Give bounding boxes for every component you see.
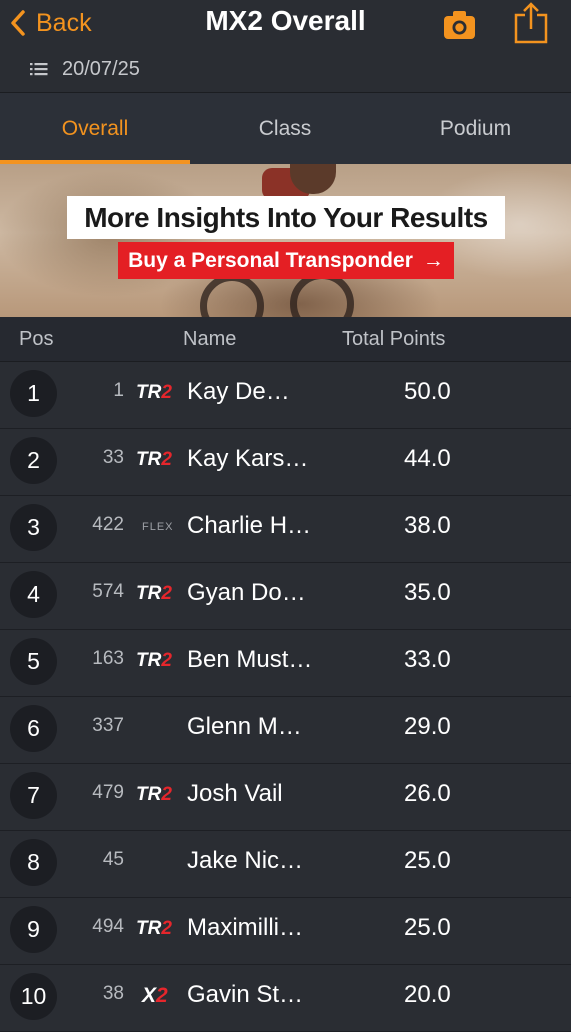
tab-bar: Overall Class Podium (0, 93, 571, 164)
page-title: MX2 Overall (205, 5, 366, 36)
position-badge: 6 (10, 705, 57, 752)
table-row[interactable]: 1 1 TR 2 Kay De… 50.0 (0, 362, 571, 429)
transponder-tag: TR 2 (136, 784, 172, 805)
table-row[interactable]: 9 494 TR 2 Maximilli… 25.0 (0, 898, 571, 965)
position-badge: 4 (10, 571, 57, 618)
rider-name: Charlie H… (187, 512, 312, 539)
position-badge: 5 (10, 638, 57, 685)
bib-number: 163 (92, 648, 124, 669)
total-points: 38.0 (404, 512, 451, 539)
banner-headline: More Insights Into Your Results (67, 196, 505, 239)
position-badge: 9 (10, 906, 57, 953)
table-row[interactable]: 3 422 FLEX Charlie H… 38.0 (0, 496, 571, 563)
column-header-pos: Pos (19, 328, 54, 350)
transponder-tag (136, 849, 180, 875)
rider-name: Gyan Do… (187, 579, 306, 606)
position-badge: 3 (10, 504, 57, 551)
bib-number: 45 (102, 849, 124, 870)
transponder-tag: TR 2 (136, 918, 172, 939)
event-date: 20/07/25 (62, 57, 140, 80)
column-header-points: Total Points (342, 328, 446, 350)
position-badge: 8 (10, 839, 57, 886)
table-row[interactable]: 5 163 TR 2 Ben Must… 33.0 (0, 630, 571, 697)
camera-icon[interactable] (443, 10, 476, 40)
bib-number: 337 (92, 715, 124, 736)
table-row[interactable]: 4 574 TR 2 Gyan Do… 35.0 (0, 563, 571, 630)
tab-podium[interactable]: Podium (380, 93, 571, 164)
transponder-tag: X2 (142, 984, 168, 1007)
table-row[interactable]: 2 33 TR 2 Kay Kars… 44.0 (0, 429, 571, 496)
transponder-tag: TR 2 (136, 650, 172, 671)
total-points: 25.0 (404, 914, 451, 941)
bib-number: 422 (92, 514, 124, 535)
position-badge: 10 (10, 973, 57, 1020)
tab-class[interactable]: Class (190, 93, 380, 164)
rider-name: Ben Must… (187, 646, 313, 673)
total-points: 33.0 (404, 646, 451, 673)
rider-name: Jake Nic… (187, 847, 304, 874)
share-icon[interactable] (514, 2, 548, 44)
column-header-name: Name (183, 328, 237, 350)
bib-number: 1 (113, 380, 124, 401)
rider-name: Kay Kars… (187, 445, 309, 472)
total-points: 44.0 (404, 445, 451, 472)
rider-name: Glenn M… (187, 713, 302, 740)
rider-name: Kay De… (187, 378, 290, 405)
table-row[interactable]: 6 337 Glenn M… 29.0 (0, 697, 571, 764)
total-points: 50.0 (404, 378, 451, 405)
navigation-bar: Back MX2 Overall 20/07/25 (0, 0, 571, 93)
total-points: 26.0 (404, 780, 451, 807)
table-row[interactable]: 7 479 TR 2 Josh Vail 26.0 (0, 764, 571, 831)
position-badge: 7 (10, 772, 57, 819)
position-badge: 1 (10, 370, 57, 417)
banner-wheel-graphic (200, 274, 264, 317)
transponder-tag: TR 2 (136, 583, 172, 604)
bib-number: 574 (92, 581, 124, 602)
position-badge: 2 (10, 437, 57, 484)
list-icon (30, 63, 48, 76)
arrow-right-icon: → (422, 248, 444, 272)
results-table-header: Pos Name Total Points (0, 317, 571, 362)
bib-number: 479 (92, 782, 124, 803)
transponder-tag: TR 2 (136, 449, 172, 470)
date-row: 20/07/25 (30, 56, 140, 82)
rider-name: Gavin St… (187, 981, 304, 1008)
total-points: 29.0 (404, 713, 451, 740)
transponder-tag: FLEX (142, 521, 174, 533)
total-points: 35.0 (404, 579, 451, 606)
bib-number: 38 (102, 983, 124, 1004)
transponder-tag (136, 715, 180, 741)
total-points: 25.0 (404, 847, 451, 874)
bib-number: 33 (102, 447, 124, 468)
rider-name: Josh Vail (187, 780, 283, 807)
bib-number: 494 (92, 916, 124, 937)
table-row[interactable]: 8 45 Jake Nic… 25.0 (0, 831, 571, 898)
transponder-ad-banner[interactable]: More Insights Into Your Results Buy a Pe… (0, 164, 571, 317)
banner-cta-label: Buy a Personal Transponder (128, 248, 413, 272)
results-list: 1 1 TR 2 Kay De… 50.0 2 33 TR 2 Kay Kars… … (0, 362, 571, 1032)
total-points: 20.0 (404, 981, 451, 1008)
buy-transponder-button[interactable]: Buy a Personal Transponder → (118, 242, 454, 279)
tab-overall[interactable]: Overall (0, 93, 190, 164)
transponder-tag: TR 2 (136, 382, 172, 403)
table-row[interactable]: 10 38 X2 Gavin St… 20.0 (0, 965, 571, 1032)
rider-name: Maximilli… (187, 914, 303, 941)
